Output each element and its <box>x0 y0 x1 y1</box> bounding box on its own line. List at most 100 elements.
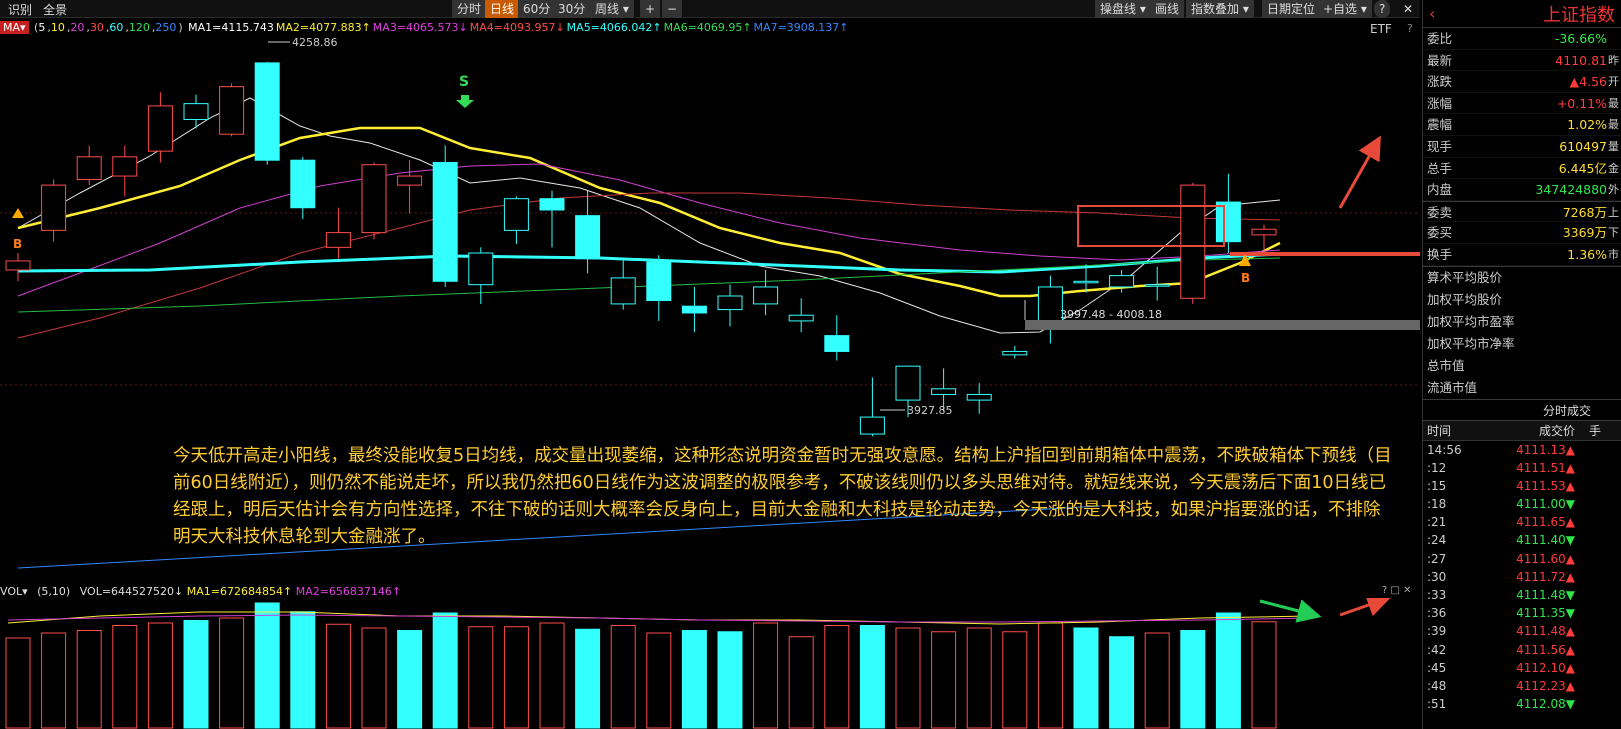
volume-bar[interactable] <box>112 625 138 729</box>
chevron-left-icon[interactable]: ‹ <box>1429 4 1435 23</box>
tick-row[interactable]: :18 4111.00▼ <box>1423 495 1621 513</box>
close-icon[interactable]: ✕ <box>1398 0 1420 18</box>
volume-bar[interactable] <box>1037 622 1063 729</box>
volume-bar[interactable] <box>859 625 885 729</box>
tick-row[interactable]: :24 4111.40▼ <box>1423 531 1621 549</box>
volume-bar[interactable] <box>753 622 779 729</box>
candle[interactable] <box>1037 275 1063 344</box>
candle[interactable] <box>183 94 209 129</box>
volume-bar[interactable] <box>1002 631 1028 729</box>
tick-row[interactable]: :39 4111.48▲ <box>1423 622 1621 640</box>
volume-bar[interactable] <box>931 631 957 729</box>
help-icon[interactable]: ? <box>1407 22 1413 35</box>
volume-bar[interactable] <box>361 627 387 729</box>
panorama-button[interactable]: 全景 <box>43 1 67 18</box>
volume-bar[interactable] <box>1073 627 1099 729</box>
volume-chart[interactable] <box>0 598 1420 729</box>
tick-row[interactable]: :12 4111.51▲ <box>1423 459 1621 477</box>
volume-bar[interactable] <box>610 625 636 729</box>
date-locate-button[interactable]: 日期定位 <box>1262 0 1322 18</box>
volume-bar[interactable] <box>147 622 173 729</box>
candle[interactable] <box>112 145 138 197</box>
volume-bar[interactable] <box>503 626 529 729</box>
tab-60min[interactable]: 60分 <box>518 0 557 18</box>
volume-bar[interactable] <box>1215 612 1241 729</box>
candle[interactable] <box>1251 224 1277 253</box>
volume-bar[interactable] <box>1180 630 1206 729</box>
volume-bar[interactable] <box>76 630 102 729</box>
zoom-out-button[interactable]: − <box>662 0 684 18</box>
volume-bar[interactable] <box>895 627 921 729</box>
volume-bar[interactable] <box>468 626 494 729</box>
vol-selector[interactable]: VOL▾ <box>0 585 28 598</box>
volume-bar[interactable] <box>966 627 992 729</box>
candle[interactable] <box>1002 345 1028 359</box>
tick-row[interactable]: :45 4112.10▲ <box>1423 659 1621 677</box>
volume-bar[interactable] <box>183 620 209 729</box>
volume-panel-controls[interactable]: ? □ ✕ <box>1382 585 1412 596</box>
candle[interactable] <box>610 258 636 310</box>
candle[interactable] <box>361 162 387 240</box>
tick-row[interactable]: :15 4111.53▲ <box>1423 477 1621 495</box>
ma-selector[interactable]: MA▾ <box>0 21 29 34</box>
candle[interactable] <box>1215 173 1241 253</box>
volume-bar[interactable] <box>646 632 672 729</box>
stat-link[interactable]: 总市值 <box>1423 355 1621 377</box>
volume-bar[interactable] <box>254 602 280 729</box>
candle[interactable] <box>1180 182 1206 304</box>
candle[interactable] <box>432 145 458 287</box>
tick-row[interactable]: :27 4111.60▲ <box>1423 550 1621 568</box>
stat-link[interactable]: 流通市值 <box>1423 377 1621 399</box>
candle[interactable] <box>681 286 707 333</box>
candle[interactable] <box>397 160 423 214</box>
candle[interactable] <box>753 269 779 316</box>
volume-bar[interactable] <box>325 623 351 729</box>
candle[interactable] <box>5 253 31 282</box>
candle[interactable] <box>76 145 102 186</box>
volume-bar[interactable] <box>1251 621 1277 729</box>
draw-line-button[interactable]: 画线 <box>1150 0 1186 18</box>
stat-link[interactable]: 加权平均股价 <box>1423 289 1621 311</box>
tick-row[interactable]: :21 4111.65▲ <box>1423 513 1621 531</box>
tab-minute[interactable]: 分时 <box>452 0 488 18</box>
candle[interactable] <box>503 196 529 244</box>
candle[interactable] <box>147 92 173 163</box>
volume-bar[interactable] <box>290 611 316 729</box>
volume-bar[interactable] <box>219 617 245 729</box>
tab-30min[interactable]: 30分 <box>553 0 592 18</box>
candle[interactable] <box>254 61 280 165</box>
candle[interactable] <box>41 179 67 242</box>
candle[interactable] <box>539 190 565 248</box>
recognize-button[interactable]: 识别 <box>8 1 32 18</box>
tick-row[interactable]: :42 4111.56▲ <box>1423 641 1621 659</box>
volume-bar[interactable] <box>41 632 67 729</box>
volume-bar[interactable] <box>5 637 31 729</box>
zoom-in-button[interactable]: + <box>640 0 662 18</box>
volume-bar[interactable] <box>397 630 423 729</box>
candle[interactable] <box>717 284 743 327</box>
tick-row[interactable]: 14:56 4111.13▲ <box>1423 441 1621 459</box>
tick-table[interactable]: 14:56 4111.13▲:12 4111.51▲:15 4111.53▲:18 41… <box>1423 441 1621 714</box>
add-watchlist-menu[interactable]: +自选 ▾ <box>1318 0 1373 18</box>
tick-trade-header[interactable]: 分时成交 <box>1423 398 1621 421</box>
candle[interactable] <box>468 247 494 304</box>
stat-link[interactable]: 算术平均股价 <box>1423 267 1621 289</box>
tick-row[interactable]: :33 4111.48▼ <box>1423 586 1621 604</box>
candle[interactable] <box>966 383 992 414</box>
help-icon[interactable]: ? <box>1374 0 1392 18</box>
candle[interactable] <box>219 83 245 137</box>
tick-row[interactable]: :51 4112.08▼ <box>1423 695 1621 713</box>
volume-bar[interactable] <box>432 612 458 729</box>
candle[interactable] <box>575 190 601 274</box>
tab-daily[interactable]: 日线 <box>485 0 521 18</box>
candle[interactable] <box>859 377 885 437</box>
etf-label[interactable]: ETF <box>1370 22 1392 36</box>
tick-row[interactable]: :36 4111.35▼ <box>1423 604 1621 622</box>
trading-line-menu[interactable]: 操盘线 ▾ <box>1095 0 1152 18</box>
stat-link[interactable]: 加权平均市净率 <box>1423 333 1621 355</box>
candle[interactable] <box>788 298 814 333</box>
candle[interactable] <box>646 255 672 321</box>
volume-bar[interactable] <box>824 625 850 729</box>
volume-bar[interactable] <box>1109 636 1135 729</box>
index-overlay-menu[interactable]: 指数叠加 ▾ <box>1186 0 1255 18</box>
